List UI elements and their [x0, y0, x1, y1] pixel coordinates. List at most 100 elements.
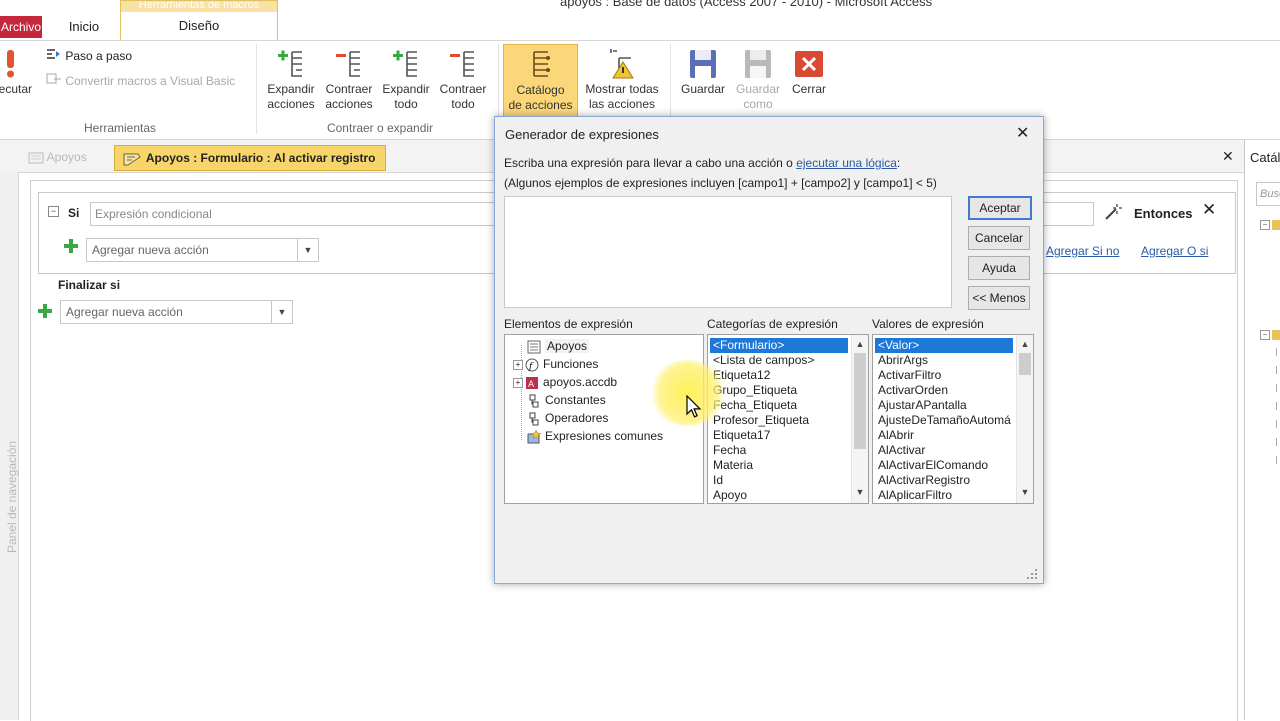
expandir-todo-button[interactable]: Expandir todo — [378, 44, 434, 120]
value-item[interactable]: ActivarOrden — [875, 383, 1013, 398]
value-item[interactable]: ActivarFiltro — [875, 368, 1013, 383]
tree-item-expresiones-comunes[interactable]: Expresiones comunes — [513, 427, 663, 445]
value-item[interactable]: AjusteDeTamañoAutomá — [875, 413, 1013, 428]
category-item[interactable]: Etiqueta12 — [710, 368, 848, 383]
value-item[interactable]: AlAplicarFiltro — [875, 488, 1013, 503]
cerrar-button[interactable]: Cerrar — [786, 44, 832, 120]
tree-item-constantes[interactable]: Constantes — [513, 391, 663, 409]
add-action-dropdown-2[interactable]: Agregar nueva acción ▼ — [60, 300, 293, 324]
accept-button[interactable]: Aceptar — [968, 196, 1032, 220]
doctab-macro-active[interactable]: Apoyos : Formulario : Al activar registr… — [114, 145, 386, 171]
tree-item-apoyos[interactable]: Apoyos — [513, 337, 663, 355]
ejecutar-button[interactable]: Ejecutar — [0, 44, 42, 120]
scroll-up-icon[interactable]: ▲ — [852, 337, 868, 351]
catalogo-label-1: Catálogo — [516, 83, 565, 97]
add-else-if-link[interactable]: Agregar O si — [1141, 244, 1208, 258]
folder-icon — [1272, 330, 1280, 340]
category-item[interactable]: <Lista de campos> — [710, 353, 848, 368]
catalogo-acciones-button[interactable]: Catálogo de acciones — [503, 44, 578, 122]
category-item[interactable]: Fecha — [710, 443, 848, 458]
less-button[interactable]: << Menos — [968, 286, 1030, 310]
ribbon-separator — [256, 44, 257, 134]
scroll-up-icon[interactable]: ▲ — [1017, 337, 1033, 351]
cancel-button[interactable]: Cancelar — [968, 226, 1030, 250]
magic-wand-icon[interactable] — [1104, 203, 1122, 221]
category-item[interactable]: Apoyo — [710, 488, 848, 503]
form-icon — [527, 340, 541, 354]
value-item[interactable]: AlActivar — [875, 443, 1013, 458]
mostrar-todas-button[interactable]: Mostrar todas las acciones — [580, 44, 664, 120]
scroll-down-icon[interactable]: ▼ — [852, 485, 868, 499]
category-item[interactable]: Etiqueta17 — [710, 428, 848, 443]
doctab-apoyos[interactable]: Apoyos — [24, 146, 116, 168]
tree-item-funciones[interactable]: + f Funciones — [513, 355, 663, 373]
condition-input-end[interactable] — [1040, 202, 1094, 226]
execute-logic-link[interactable]: ejecutar una lógica — [796, 156, 897, 170]
values-scrollbar[interactable]: ▲ ▼ — [1016, 335, 1033, 503]
delete-if-icon[interactable]: ✕ — [1202, 200, 1216, 220]
categories-scrollbar[interactable]: ▲ ▼ — [851, 335, 868, 503]
tab-diseno[interactable]: Diseño — [120, 12, 278, 40]
tree-item-apoyos-accdb[interactable]: + Aapoyos.accdb — [513, 373, 663, 391]
expandir-acciones-label-2: acciones — [267, 97, 315, 111]
category-item[interactable]: Id — [710, 473, 848, 488]
tree-collapse-icon[interactable]: − — [1260, 220, 1270, 230]
category-item[interactable]: Fecha_Etiqueta — [710, 398, 848, 413]
guardar-button[interactable]: Guardar — [676, 44, 730, 120]
tree-collapse-icon[interactable]: − — [1260, 330, 1270, 340]
value-item[interactable]: AlActivarRegistro — [875, 473, 1013, 488]
value-item[interactable]: AlActivarElComando — [875, 458, 1013, 473]
scroll-thumb[interactable] — [1019, 353, 1031, 375]
tree-expand-icon[interactable]: + — [513, 377, 523, 388]
add-action-text: Agregar nueva acción — [66, 305, 183, 319]
tab-inicio[interactable]: Inicio — [56, 16, 112, 38]
collapse-toggle-icon[interactable]: − — [48, 206, 59, 217]
navigation-pane-label: Panel de navegación — [5, 440, 20, 554]
close-icon[interactable]: ✕ — [1222, 148, 1234, 165]
category-item[interactable]: Materia — [710, 458, 848, 473]
convertir-vb-button[interactable]: Convertir macros a Visual Basic — [46, 73, 235, 88]
tree-line — [1276, 348, 1280, 356]
expression-textarea[interactable] — [504, 196, 952, 308]
scroll-thumb[interactable] — [854, 353, 866, 449]
value-item[interactable]: AlAbrir — [875, 428, 1013, 443]
dialog-close-icon[interactable]: ✕ — [1016, 123, 1029, 143]
catalog-search-input[interactable]: Buscar — [1256, 182, 1280, 206]
resize-grip-icon[interactable] — [1026, 568, 1038, 580]
add-action-dropdown[interactable]: Agregar nueva acción ▼ — [86, 238, 319, 262]
expandir-acciones-button[interactable]: Expandir acciones — [262, 44, 320, 120]
contraer-todo-button[interactable]: Contraer todo — [434, 44, 492, 120]
elements-label: Elementos de expresión — [504, 317, 633, 331]
operators-icon — [529, 412, 539, 426]
tree-item-operadores[interactable]: Operadores — [513, 409, 663, 427]
category-item[interactable]: <Formulario> — [710, 338, 848, 353]
add-else-link[interactable]: Agregar Si no — [1046, 244, 1119, 258]
expandir-todo-label-2: todo — [394, 97, 418, 111]
value-item[interactable]: AjustarAPantalla — [875, 398, 1013, 413]
expandir-todo-label-1: Expandir — [382, 82, 430, 96]
condition-input[interactable]: Expresión condicional — [90, 202, 516, 226]
convertir-label: Convertir macros a Visual Basic — [65, 74, 236, 88]
mostrar-todas-label-2: las acciones — [588, 97, 656, 111]
help-button[interactable]: Ayuda — [968, 256, 1030, 280]
contraer-todo-label-1: Contraer — [439, 82, 487, 96]
values-list[interactable]: <Valor> AbrirArgs ActivarFiltro ActivarO… — [872, 334, 1034, 504]
guardar-como-button[interactable]: Guardar como — [730, 44, 786, 120]
chevron-down-icon[interactable]: ▼ — [297, 239, 318, 261]
scroll-down-icon[interactable]: ▼ — [1017, 485, 1033, 499]
tree-expand-icon[interactable]: + — [513, 359, 523, 370]
end-if-label: Finalizar si — [58, 278, 121, 292]
category-item[interactable]: Profesor_Etiqueta — [710, 413, 848, 428]
chevron-down-icon[interactable]: ▼ — [271, 301, 292, 323]
contraer-acciones-button[interactable]: Contraer acciones — [320, 44, 378, 120]
category-item[interactable]: Grupo_Etiqueta — [710, 383, 848, 398]
paso-a-paso-button[interactable]: Paso a paso — [46, 48, 132, 63]
if-label: Si — [68, 206, 80, 220]
folder-icon — [1272, 220, 1280, 230]
catalog-title: Catálogo — [1250, 150, 1280, 165]
tab-archivo[interactable]: Archivo — [0, 16, 42, 38]
value-item[interactable]: AbrirArgs — [875, 353, 1013, 368]
expand-all-icon — [393, 50, 417, 77]
value-item[interactable]: <Valor> — [875, 338, 1013, 353]
categories-list[interactable]: <Formulario> <Lista de campos> Etiqueta1… — [707, 334, 869, 504]
